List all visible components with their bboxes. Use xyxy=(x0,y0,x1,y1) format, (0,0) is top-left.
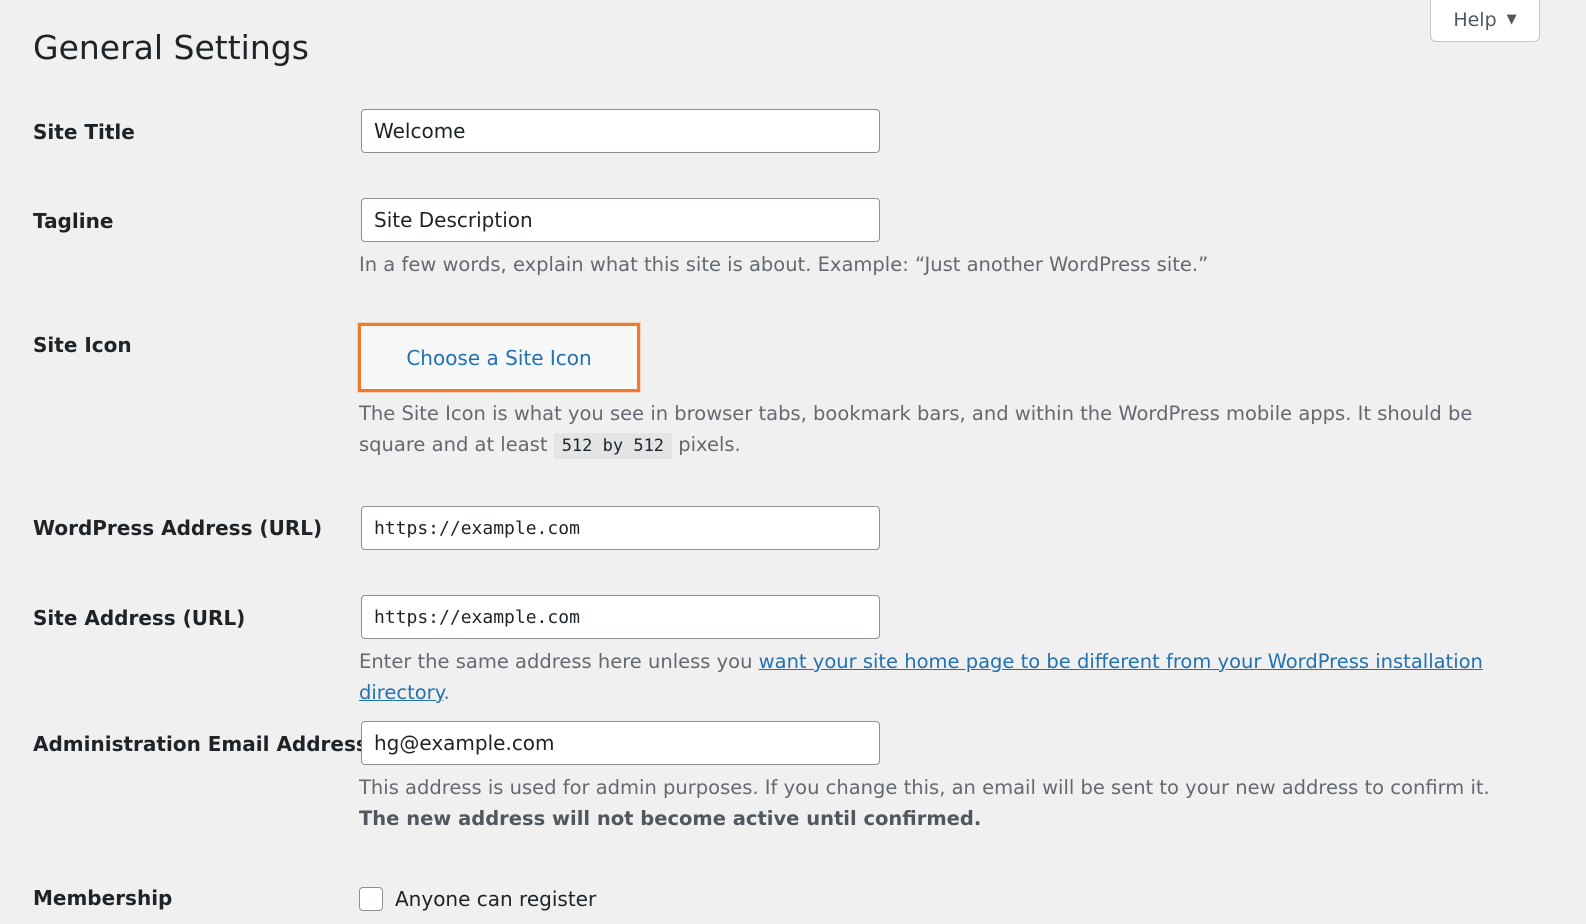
general-settings-page: Help ▼ General Settings Site Title Tagli… xyxy=(0,0,1586,924)
site-address-label: Site Address (URL) xyxy=(33,606,246,630)
wordpress-address-input[interactable] xyxy=(361,506,880,550)
admin-email-warning: The new address will not become active u… xyxy=(359,807,982,830)
site-address-input[interactable] xyxy=(361,595,880,639)
help-tab-button[interactable]: Help ▼ xyxy=(1430,0,1540,42)
admin-email-description: This address is used for admin purposes.… xyxy=(359,772,1509,834)
caret-down-icon: ▼ xyxy=(1506,12,1517,27)
admin-email-input[interactable] xyxy=(361,721,880,765)
site-address-description-text: Enter the same address here unless you xyxy=(359,650,759,673)
site-icon-description-end: pixels. xyxy=(672,433,741,456)
site-title-input[interactable] xyxy=(361,109,880,153)
site-icon-description: The Site Icon is what you see in browser… xyxy=(359,398,1519,462)
site-icon-label: Site Icon xyxy=(33,333,132,357)
page-title: General Settings xyxy=(33,28,309,67)
wordpress-address-label: WordPress Address (URL) xyxy=(33,516,323,540)
site-address-description-end: . xyxy=(443,681,450,704)
tagline-description: In a few words, explain what this site i… xyxy=(359,253,1209,276)
site-title-label: Site Title xyxy=(33,120,135,144)
anyone-can-register-label: Anyone can register xyxy=(395,887,597,911)
site-icon-size-code: 512 by 512 xyxy=(553,433,673,459)
site-icon-description-text: The Site Icon is what you see in browser… xyxy=(359,402,1473,456)
choose-site-icon-button[interactable]: Choose a Site Icon xyxy=(358,323,640,392)
site-address-description: Enter the same address here unless you w… xyxy=(359,646,1559,708)
anyone-can-register-checkbox[interactable] xyxy=(359,887,383,911)
help-label: Help xyxy=(1453,8,1497,31)
tagline-label: Tagline xyxy=(33,209,114,233)
membership-label: Membership xyxy=(33,886,173,910)
admin-email-label: Administration Email Address xyxy=(33,732,368,756)
anyone-can-register-option[interactable]: Anyone can register xyxy=(359,887,596,911)
tagline-input[interactable] xyxy=(361,198,880,242)
admin-email-description-text: This address is used for admin purposes.… xyxy=(359,776,1490,799)
